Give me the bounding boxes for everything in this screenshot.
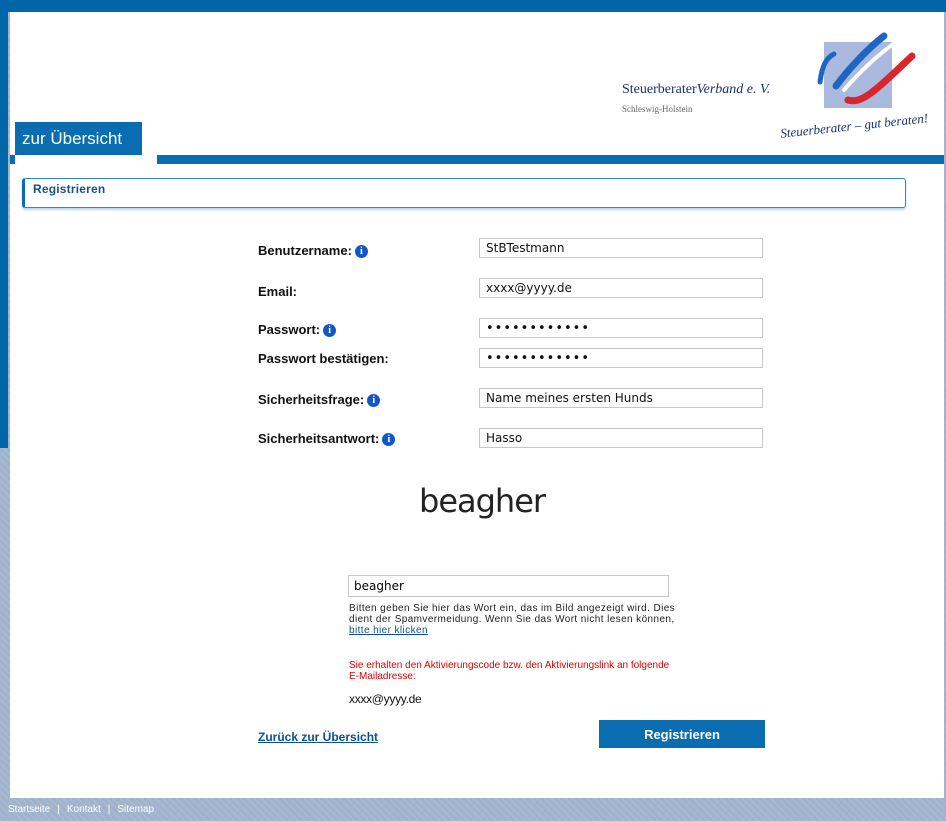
email-label: Email: [258, 284, 298, 299]
logo-title: SteuerberaterVerband e. V. [622, 82, 771, 97]
security-question-input[interactable] [479, 388, 763, 408]
logo-tagline: Steuerberater – gut beraten! [779, 110, 929, 141]
section-title: Registrieren [33, 182, 106, 196]
logo-subtitle: Schleswig-Holstein [622, 104, 693, 114]
username-label: Benutzername: i [258, 243, 368, 258]
security-answer-label: Sicherheitsantwort: i [258, 431, 396, 446]
footer-link-sitemap[interactable]: Sitemap [117, 804, 154, 815]
captcha-help-text: Bitten geben Sie hier das Wort ein, das … [349, 603, 676, 625]
footer-separator: | [107, 804, 111, 815]
footer: Startseite | Kontakt | Sitemap [8, 804, 154, 815]
overview-tab[interactable]: zur Übersicht [15, 122, 142, 155]
activation-email: xxxx@yyyy.de [349, 692, 422, 706]
left-strip [0, 12, 8, 448]
page-panel: zur Übersicht SteuerberaterVerband e. V.… [10, 12, 944, 798]
header: zur Übersicht SteuerberaterVerband e. V.… [10, 12, 944, 155]
info-icon[interactable]: i [354, 245, 368, 258]
info-icon[interactable]: i [323, 324, 337, 337]
captcha-help: Bitten geben Sie hier das Wort ein, das … [349, 603, 679, 636]
info-icon[interactable]: i [382, 433, 396, 446]
logo: SteuerberaterVerband e. V. Schleswig-Hol… [622, 32, 946, 158]
info-icon[interactable]: i [367, 394, 381, 407]
password-input[interactable] [479, 318, 763, 338]
security-answer-input[interactable] [479, 428, 763, 448]
section-header: Registrieren [22, 178, 906, 208]
password-confirm-label: Passwort bestätigen: [258, 351, 389, 366]
password-confirm-input[interactable] [479, 348, 763, 368]
password-label: Passwort: i [258, 322, 337, 337]
email-input[interactable] [479, 278, 763, 298]
register-button[interactable]: Registrieren [599, 720, 765, 748]
captcha-input[interactable] [348, 575, 669, 597]
footer-link-home[interactable]: Startseite [8, 804, 50, 815]
footer-link-contact[interactable]: Kontakt [67, 804, 101, 815]
back-to-overview-link[interactable]: Zurück zur Übersicht [258, 730, 378, 744]
activation-notice: Sie erhalten den Aktivierungscode bzw. d… [349, 660, 670, 682]
captcha-image: beagher [419, 482, 546, 520]
captcha-help-link[interactable]: bitte hier klicken [349, 625, 679, 636]
top-bar [0, 0, 946, 12]
tab-gap [15, 155, 157, 164]
logo-mark-icon [817, 32, 916, 108]
username-input[interactable] [479, 238, 763, 258]
security-question-label: Sicherheitsfrage: i [258, 392, 381, 407]
footer-separator: | [57, 804, 60, 815]
